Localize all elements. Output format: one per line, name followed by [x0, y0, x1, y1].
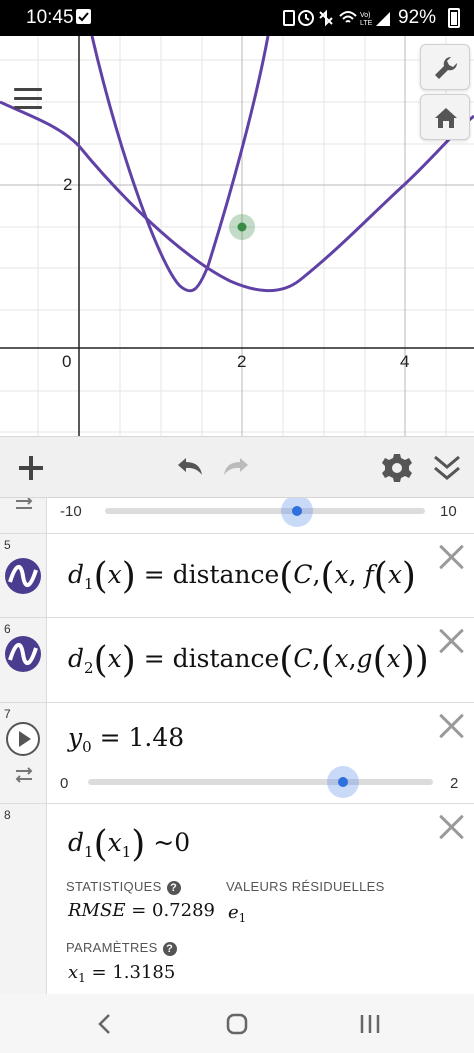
delete-expression-6-icon[interactable]	[438, 628, 464, 654]
slider-min: 0	[60, 775, 69, 792]
expression-6[interactable]: 6 d2(x) = distance(C,(x,g(x))	[0, 618, 474, 703]
residuals-label: VALEURS RÉSIDUELLES	[226, 879, 385, 894]
battery-icon	[448, 8, 460, 28]
recents-icon[interactable]	[358, 1013, 382, 1035]
x-tick-2: 2	[237, 352, 247, 371]
wrench-button[interactable]	[420, 44, 470, 90]
rmse-value: RMSE = 0.7289	[68, 900, 215, 921]
expression-7[interactable]: 7 y0 = 1.48 0 2	[0, 703, 474, 804]
expression-5-math[interactable]: d1(x) = distance(C,(x, f(x)	[68, 559, 416, 595]
play-icon[interactable]	[5, 721, 41, 757]
function-curve-icon[interactable]	[5, 636, 41, 672]
add-icon[interactable]	[14, 451, 48, 485]
expression-8-math[interactable]: d1(x1) ~0	[68, 827, 190, 863]
loop-icon[interactable]	[14, 767, 34, 783]
home-nav-icon[interactable]	[226, 1013, 248, 1035]
back-icon[interactable]	[94, 1012, 116, 1036]
residual-variable[interactable]: e1	[228, 902, 246, 925]
wrench-icon	[435, 56, 458, 79]
function-curve-icon[interactable]	[5, 558, 41, 594]
expression-number: 7	[4, 707, 11, 721]
expression-8[interactable]: 8 d1(x1) ~0 STATISTIQUES? VALEURS RÉSIDU…	[0, 804, 474, 994]
point-c	[237, 222, 247, 232]
slider-max: 10	[440, 503, 457, 520]
expression-5[interactable]: 5 d1(x) = distance(C,(x, f(x)	[0, 534, 474, 618]
parameter-value: x1 = 1.3185	[68, 962, 176, 985]
help-icon[interactable]: ?	[162, 942, 177, 956]
curve-d2	[0, 100, 474, 293]
y-tick-2: 2	[63, 175, 73, 194]
gear-icon[interactable]	[380, 451, 414, 485]
expression-6-math[interactable]: d2(x) = distance(C,(x,g(x))	[68, 643, 429, 679]
checkbox-notification-icon	[76, 9, 91, 24]
undo-icon[interactable]	[172, 451, 206, 485]
system-navigation-bar	[0, 994, 474, 1053]
x-tick-0: 0	[62, 352, 72, 371]
delete-expression-5-icon[interactable]	[438, 544, 464, 570]
graph-canvas[interactable]: 0 2 4 2	[0, 36, 474, 436]
slider-min: -10	[60, 503, 82, 520]
loop-icon[interactable]	[14, 498, 34, 512]
slider-max: 2	[450, 775, 459, 792]
delete-expression-7-icon[interactable]	[438, 713, 464, 739]
expression-number: 5	[4, 538, 11, 552]
x-tick-4: 4	[400, 352, 410, 371]
slider-thumb[interactable]	[327, 766, 359, 798]
status-icons: Vo) LTE	[283, 9, 390, 27]
expression-number: 8	[4, 808, 11, 822]
statistics-label: STATISTIQUES?	[66, 879, 181, 895]
expression-number: 6	[4, 622, 11, 636]
delete-expression-8-icon[interactable]	[438, 814, 464, 840]
help-icon[interactable]: ?	[166, 881, 181, 895]
status-bar: 10:45 Vo) LTE 92%	[0, 0, 474, 36]
battery-percent: 92%	[398, 7, 437, 28]
svg-text:Vo): Vo)	[360, 12, 371, 19]
expression-7-math[interactable]: y0 = 1.48	[68, 723, 184, 756]
home-button[interactable]	[420, 94, 470, 140]
parameters-label: PARAMÈTRES?	[66, 940, 177, 956]
redo-icon[interactable]	[220, 451, 254, 485]
expression-list: -10 10 5 d1(x) = distance(C,(x, f(x) 6 d…	[0, 498, 474, 994]
expression-slider-row: -10 10	[0, 498, 474, 534]
status-time: 10:45	[26, 7, 74, 28]
menu-icon[interactable]	[14, 88, 44, 112]
slider-thumb[interactable]	[281, 498, 313, 527]
slider-track[interactable]	[88, 779, 433, 785]
double-chevron-down-icon[interactable]	[430, 451, 464, 485]
svg-text:LTE: LTE	[360, 20, 373, 27]
expression-toolbar	[0, 436, 474, 498]
slider-track[interactable]	[105, 508, 425, 514]
home-icon	[435, 108, 457, 128]
